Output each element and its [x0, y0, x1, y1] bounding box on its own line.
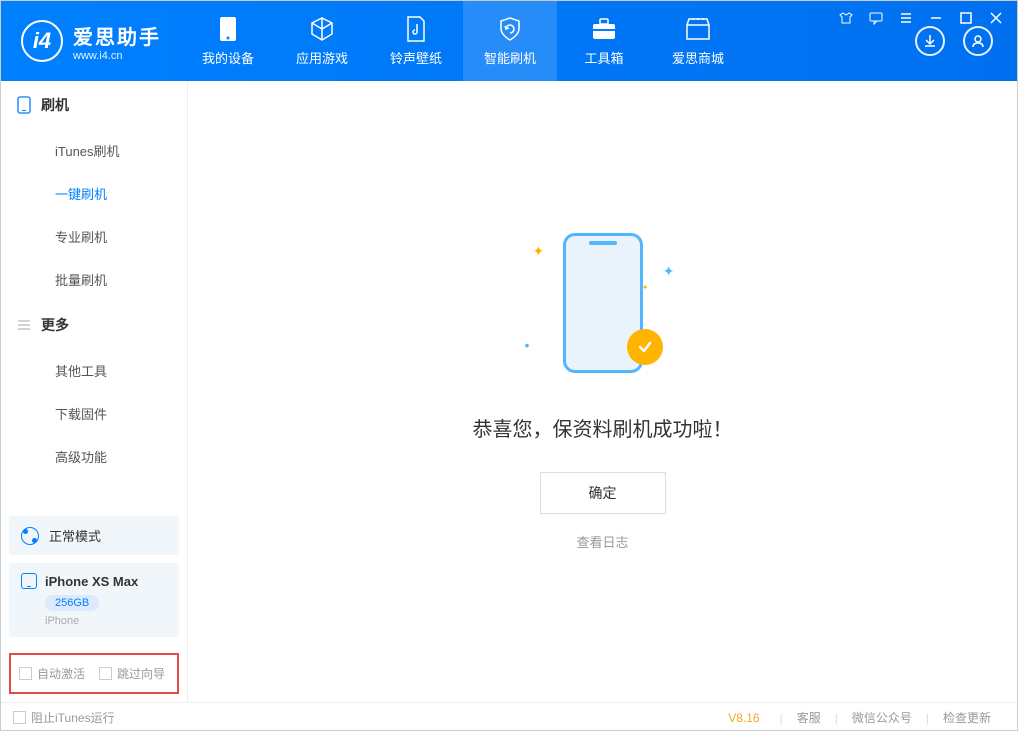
sidebar-item-other[interactable]: 其他工具 [1, 349, 187, 392]
menu-icon[interactable] [898, 10, 914, 26]
mode-box[interactable]: 正常模式 [9, 516, 179, 555]
sidebar-item-pro[interactable]: 专业刷机 [1, 215, 187, 258]
header-right [915, 26, 1017, 56]
nav-tab-device[interactable]: 我的设备 [181, 1, 275, 81]
checkbox-row-highlighted: 自动激活 跳过向导 [9, 653, 179, 694]
check-badge-icon [627, 329, 663, 365]
checkbox-auto-activate[interactable]: 自动激活 [19, 665, 85, 682]
mode-icon [21, 527, 39, 545]
download-button[interactable] [915, 26, 945, 56]
refresh-shield-icon [497, 16, 523, 42]
footer-link-update[interactable]: 检查更新 [929, 709, 1005, 726]
version-label: V8.16 [728, 711, 759, 725]
app-logo-icon: i4 [21, 20, 63, 62]
store-icon [685, 16, 711, 42]
checkbox-icon [19, 667, 32, 680]
sidebar-section-flash[interactable]: 刷机 [1, 81, 187, 129]
nav-tab-label: 我的设备 [202, 48, 254, 67]
mode-label: 正常模式 [49, 526, 101, 545]
nav-tab-label: 爱思商城 [672, 48, 724, 67]
titlebar-controls [838, 10, 1004, 26]
nav-tab-store[interactable]: 爱思商城 [651, 1, 745, 81]
checkbox-icon [13, 711, 26, 724]
nav-tab-label: 铃声壁纸 [390, 48, 442, 67]
sparkle-icon: ✦ [533, 243, 545, 260]
sidebar: 刷机 iTunes刷机 一键刷机 专业刷机 批量刷机 更多 其他工具 下载固件 … [1, 81, 188, 702]
sidebar-item-advanced[interactable]: 高级功能 [1, 435, 187, 478]
phone-icon [215, 16, 241, 42]
feedback-icon[interactable] [868, 10, 884, 26]
shirt-icon[interactable] [838, 10, 854, 26]
success-illustration: ✦ ✦ • ✦ [543, 233, 663, 383]
nav-tab-label: 工具箱 [584, 48, 623, 67]
app-title: 爱思助手 [73, 21, 161, 50]
nav-tab-flash[interactable]: 智能刷机 [463, 1, 557, 81]
sparkle-icon: ✦ [642, 283, 649, 292]
sparkle-icon: • [525, 337, 530, 353]
section-title: 更多 [41, 315, 69, 335]
nav-tab-label: 应用游戏 [296, 48, 348, 67]
device-box[interactable]: iPhone XS Max 256GB iPhone [9, 563, 179, 637]
sidebar-section-more[interactable]: 更多 [1, 301, 187, 349]
nav-tabs: 我的设备 应用游戏 铃声壁纸 智能刷机 工具箱 爱思商城 [181, 1, 915, 81]
close-icon[interactable] [988, 10, 1004, 26]
section-title: 刷机 [41, 95, 69, 115]
checkbox-icon [99, 667, 112, 680]
sidebar-item-oneclick[interactable]: 一键刷机 [1, 172, 187, 215]
device-type: iPhone [45, 615, 167, 627]
checkbox-block-itunes[interactable]: 阻止iTunes运行 [13, 709, 115, 726]
nav-tab-apps[interactable]: 应用游戏 [275, 1, 369, 81]
sidebar-item-batch[interactable]: 批量刷机 [1, 258, 187, 301]
footer: 阻止iTunes运行 V8.16 | 客服 | 微信公众号 | 检查更新 [1, 702, 1017, 732]
success-message: 恭喜您，保资料刷机成功啦！ [473, 413, 733, 442]
nav-tab-label: 智能刷机 [484, 48, 536, 67]
minimize-icon[interactable] [928, 10, 944, 26]
device-name: iPhone XS Max [45, 574, 138, 589]
footer-link-service[interactable]: 客服 [783, 709, 835, 726]
sparkle-icon: ✦ [663, 263, 675, 280]
nav-tab-toolbox[interactable]: 工具箱 [557, 1, 651, 81]
sidebar-item-firmware[interactable]: 下载固件 [1, 392, 187, 435]
app-header: i4 爱思助手 www.i4.cn 我的设备 应用游戏 铃声壁纸 智能刷机 工具… [1, 1, 1017, 81]
capacity-badge: 256GB [45, 595, 99, 611]
phone-outline-icon [17, 96, 31, 114]
toolbox-icon [591, 16, 617, 42]
cube-icon [309, 16, 335, 42]
nav-tab-ringtone[interactable]: 铃声壁纸 [369, 1, 463, 81]
checkbox-skip-guide[interactable]: 跳过向导 [99, 665, 165, 682]
device-icon [21, 573, 37, 589]
main-content: ✦ ✦ • ✦ 恭喜您，保资料刷机成功啦！ 确定 查看日志 [188, 81, 1017, 702]
list-icon [17, 318, 31, 332]
footer-link-wechat[interactable]: 微信公众号 [838, 709, 926, 726]
view-log-link[interactable]: 查看日志 [576, 532, 628, 551]
sidebar-item-itunes[interactable]: iTunes刷机 [1, 129, 187, 172]
app-subtitle: www.i4.cn [73, 50, 161, 62]
music-file-icon [403, 16, 429, 42]
maximize-icon[interactable] [958, 10, 974, 26]
logo-area: i4 爱思助手 www.i4.cn [1, 20, 181, 62]
ok-button[interactable]: 确定 [540, 472, 666, 514]
user-button[interactable] [963, 26, 993, 56]
